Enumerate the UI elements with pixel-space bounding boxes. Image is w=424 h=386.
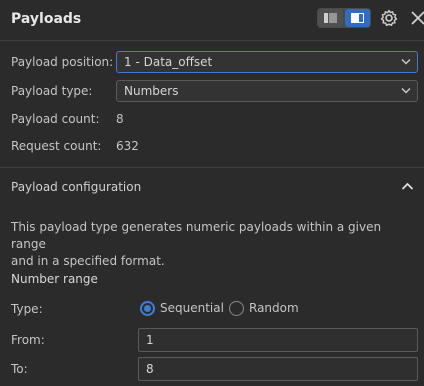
layout-left-button[interactable] (318, 9, 343, 27)
gear-icon[interactable] (380, 9, 398, 27)
header-divider (0, 40, 424, 41)
close-icon[interactable] (410, 10, 424, 26)
split-layout-icon (351, 13, 364, 23)
payload-position-value: 1 - Data_offset (124, 55, 213, 69)
payload-count-label: Payload count: (11, 112, 100, 126)
payload-type-value: Numbers (124, 84, 179, 98)
to-value: 8 (146, 362, 154, 376)
payload-configuration-title[interactable]: Payload configuration (11, 180, 141, 194)
payload-type-label: Payload type: (11, 84, 93, 98)
chevron-down-icon (401, 87, 411, 94)
description-line: and in a specified format. (11, 254, 165, 268)
section-divider (0, 167, 424, 168)
radio-selected-indicator (140, 301, 155, 316)
range-type-label: Type: (11, 302, 43, 316)
chevron-down-icon (401, 58, 411, 65)
panel-header: Payloads (0, 0, 424, 40)
sequential-radio-label: Sequential (160, 301, 224, 315)
description-line: This payload type generates numeric payl… (11, 220, 382, 251)
request-count-value: 632 (116, 139, 139, 153)
radio-indicator (229, 301, 244, 316)
panel-title: Payloads (11, 11, 82, 27)
payload-type-description: This payload type generates numeric payl… (11, 219, 411, 270)
list-layout-icon (324, 13, 337, 23)
payload-position-select[interactable]: 1 - Data_offset (116, 51, 418, 73)
number-range-heading: Number range (11, 272, 98, 286)
payload-type-select[interactable]: Numbers (116, 80, 418, 102)
layout-right-button[interactable] (345, 9, 370, 27)
to-label: To: (11, 362, 28, 376)
payload-count-value: 8 (116, 112, 124, 126)
random-radio-label: Random (249, 301, 299, 315)
to-input[interactable]: 8 (138, 357, 418, 381)
request-count-label: Request count: (11, 139, 102, 153)
layout-toggle (317, 8, 371, 28)
payload-position-label: Payload position: (11, 55, 114, 69)
chevron-up-icon[interactable] (401, 181, 414, 191)
from-value: 1 (146, 333, 154, 347)
from-label: From: (11, 333, 45, 347)
from-input[interactable]: 1 (138, 328, 418, 352)
